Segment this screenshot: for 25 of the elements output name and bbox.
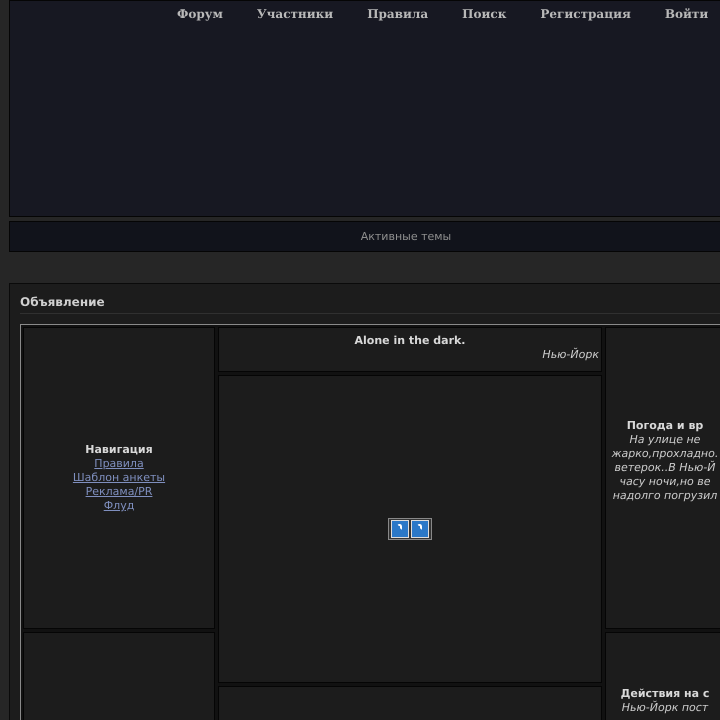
actions-text: Нью-Йорк пост	[622, 701, 708, 715]
navigation-link[interactable]: Правила	[94, 457, 144, 471]
actions-title: Действия на с	[620, 687, 710, 700]
header-title: Alone in the dark.	[354, 334, 466, 348]
weather-text: На улице не	[630, 432, 700, 446]
active-topics-link[interactable]: Активные темы	[278, 230, 452, 243]
weather-title: Погода и вр	[626, 418, 704, 432]
nav-link[interactable]: Регистрация	[523, 7, 648, 22]
nav-link[interactable]: Участники	[240, 7, 350, 22]
announcement-title: Объявление	[20, 294, 106, 311]
nav-link[interactable]: Форум	[160, 7, 240, 22]
nav-link[interactable]: Правила	[350, 7, 446, 22]
weather-text: часу ночи,но ве	[619, 474, 711, 488]
weather-text: надолго погрузил	[612, 488, 718, 502]
weather-text: ветерок..В Нью-Й	[614, 460, 716, 474]
navigation-link[interactable]: Шаблон анкеты	[72, 471, 166, 485]
nav-link[interactable]: Поиск	[445, 7, 524, 22]
navigation-link[interactable]: Реклама/PR	[86, 485, 152, 499]
broken-image-icon	[411, 520, 429, 538]
location-text: Нью-Йорк	[541, 348, 600, 362]
navigation-title: Навигация	[85, 443, 153, 457]
navigation-link[interactable]: Флуд	[104, 499, 134, 513]
weather-text: жарко,прохладно.	[612, 446, 718, 460]
broken-image-icon	[391, 520, 409, 538]
nav-link[interactable]: Войти	[648, 7, 720, 22]
